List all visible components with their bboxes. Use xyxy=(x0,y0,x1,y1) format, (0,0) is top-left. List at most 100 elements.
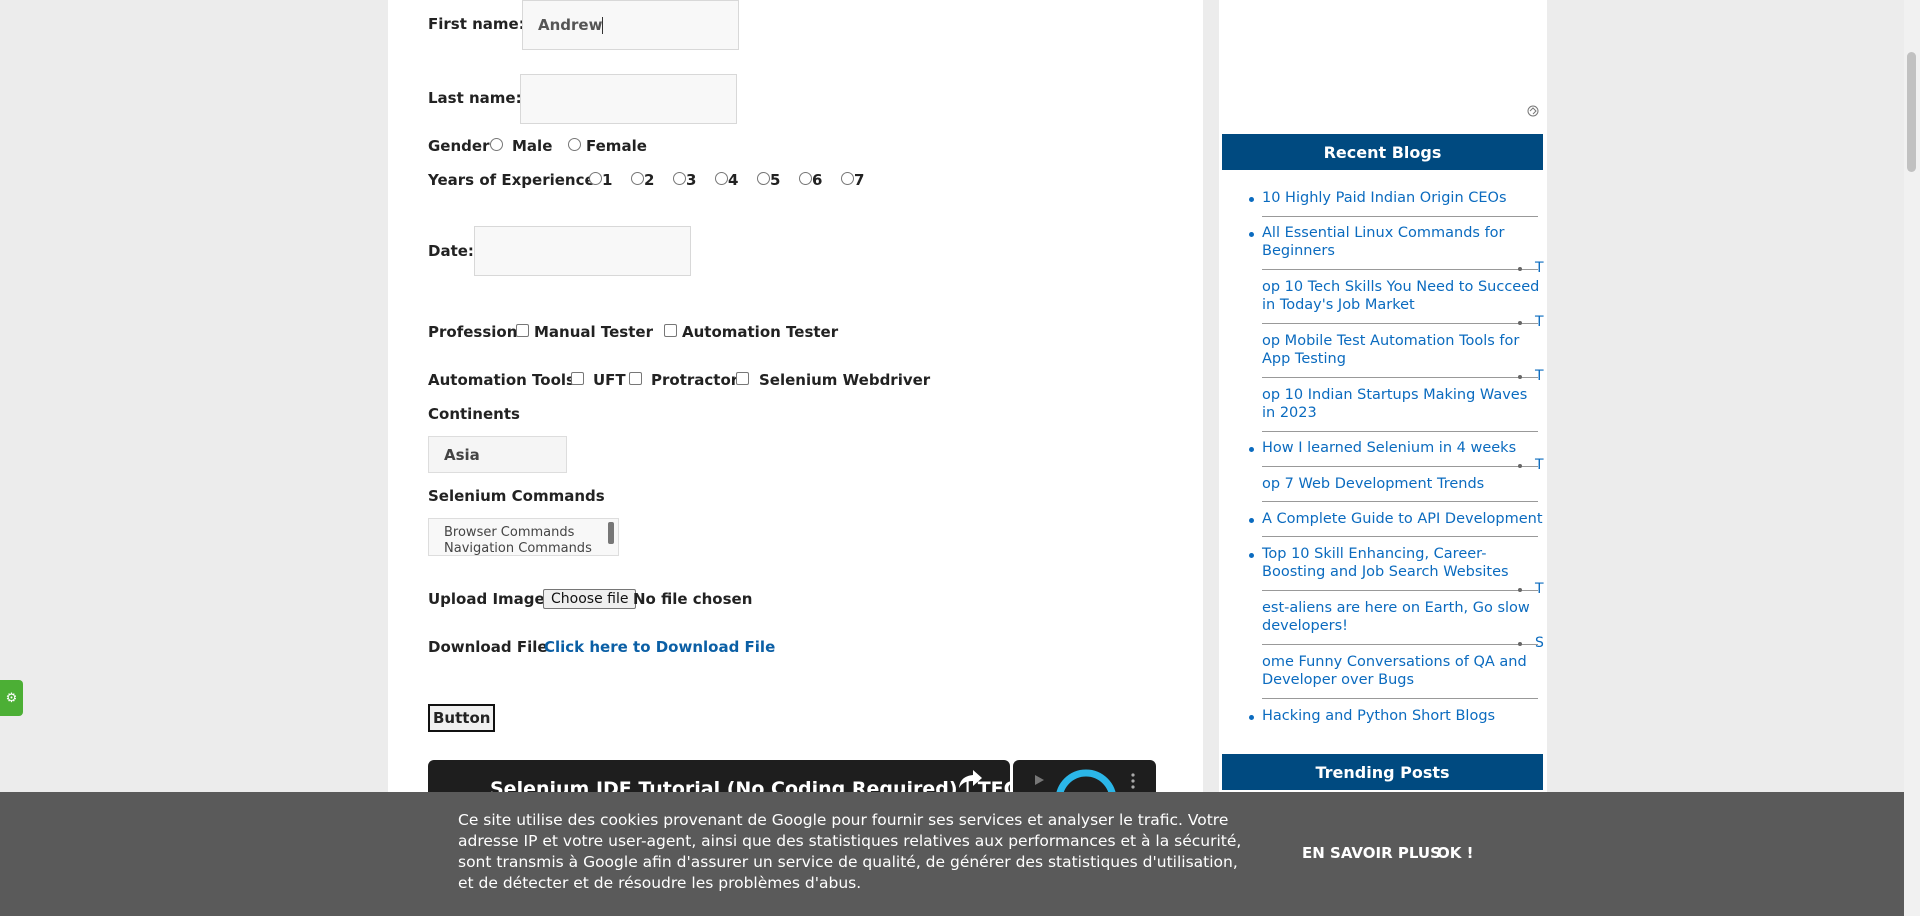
blog-link[interactable]: op 10 Indian Startups Making Waves in 20… xyxy=(1262,386,1545,422)
cookie-ok-button[interactable]: OK ! xyxy=(1437,844,1473,862)
tool-selenium-checkbox[interactable] xyxy=(736,372,749,385)
file-status: No file chosen xyxy=(633,590,753,608)
profession-automation-checkbox[interactable] xyxy=(664,324,677,337)
first-name-value: Andrew xyxy=(538,16,603,34)
experience-radio-5[interactable] xyxy=(757,172,770,185)
settings-gear-icon[interactable]: ⚙ xyxy=(0,680,23,716)
tool-protractor-label: Protractor xyxy=(651,371,739,389)
last-name-label: Last name: xyxy=(428,89,522,107)
gender-male-radio[interactable] xyxy=(490,138,503,151)
overflow-char: T xyxy=(1535,260,1544,276)
experience-radio-4[interactable] xyxy=(715,172,728,185)
share-icon[interactable] xyxy=(958,768,984,790)
profession-manual-label: Manual Tester xyxy=(534,323,653,341)
experience-radio-7[interactable] xyxy=(841,172,854,185)
profession-manual-checkbox[interactable] xyxy=(516,324,529,337)
blog-link[interactable]: op 10 Tech Skills You Need to Succeed in… xyxy=(1262,278,1545,314)
experience-radio-1[interactable] xyxy=(589,172,602,185)
blog-link[interactable]: A Complete Guide to API Development xyxy=(1262,510,1545,528)
blog-separator xyxy=(1262,269,1538,270)
selenium-commands-listbox[interactable]: Browser Commands Navigation Commands xyxy=(428,518,619,556)
blog-separator xyxy=(1262,323,1538,324)
choose-file-button[interactable]: Choose file xyxy=(543,589,637,609)
experience-option-2: 2 xyxy=(644,171,655,189)
blog-separator xyxy=(1262,501,1538,502)
trending-posts-header: Trending Posts xyxy=(1222,754,1543,790)
blog-link[interactable]: est-aliens are here on Earth, Go slow de… xyxy=(1262,599,1545,635)
blog-link[interactable]: All Essential Linux Commands for Beginne… xyxy=(1262,224,1545,260)
blog-separator xyxy=(1262,377,1538,378)
experience-option-3: 3 xyxy=(686,171,697,189)
list-bullet xyxy=(1518,588,1522,592)
blog-separator xyxy=(1262,590,1538,591)
text-cursor xyxy=(602,16,604,34)
first-name-label: First name: xyxy=(428,15,525,33)
list-bullet xyxy=(1518,642,1522,646)
blog-link[interactable]: op 7 Web Development Trends xyxy=(1262,475,1545,493)
download-file-link[interactable]: Click here to Download File xyxy=(544,638,775,656)
list-bullet xyxy=(1249,518,1254,523)
list-bullet xyxy=(1518,375,1522,379)
tool-selenium-label: Selenium Webdriver xyxy=(759,371,931,389)
selenium-commands-label: Selenium Commands xyxy=(428,487,605,505)
overflow-char: T xyxy=(1535,457,1544,473)
blog-separator xyxy=(1262,431,1538,432)
more-options-icon[interactable] xyxy=(1130,773,1136,789)
list-bullet xyxy=(1518,321,1522,325)
scrollbar-thumb[interactable] xyxy=(1907,52,1916,172)
recent-blogs-header: Recent Blogs xyxy=(1222,134,1543,170)
blog-link[interactable]: 10 Highly Paid Indian Origin CEOs xyxy=(1262,189,1545,207)
main-content: First name: Andrew Last name: Gender Mal… xyxy=(388,0,1203,916)
list-bullet xyxy=(1518,267,1522,271)
last-name-input[interactable] xyxy=(520,74,737,124)
command-option[interactable]: Browser Commands xyxy=(444,525,603,541)
ad-choices-icon[interactable] xyxy=(1527,105,1539,117)
continents-label: Continents xyxy=(428,405,520,423)
experience-option-4: 4 xyxy=(728,171,739,189)
list-bullet xyxy=(1249,447,1254,452)
experience-radio-6[interactable] xyxy=(799,172,812,185)
cookie-notice-text: Ce site utilise des cookies provenant de… xyxy=(458,811,1242,892)
learn-more-button[interactable]: EN SAVOIR PLUS xyxy=(1302,844,1441,862)
overflow-char: S xyxy=(1535,635,1544,651)
listbox-scrollbar[interactable] xyxy=(608,522,614,544)
blog-separator xyxy=(1262,644,1538,645)
sidebar: Recent Blogs 10 Highly Paid Indian Origi… xyxy=(1219,0,1547,916)
blog-link[interactable]: Hacking and Python Short Blogs xyxy=(1262,707,1545,725)
list-bullet xyxy=(1249,715,1254,720)
play-icon[interactable] xyxy=(1033,774,1045,786)
experience-option-1: 1 xyxy=(602,171,613,189)
command-option[interactable]: Navigation Commands xyxy=(444,541,603,555)
blog-separator xyxy=(1262,698,1538,699)
blog-separator xyxy=(1262,536,1538,537)
continents-select[interactable]: Asia xyxy=(428,436,567,473)
date-input[interactable] xyxy=(474,226,691,276)
blog-link[interactable]: op Mobile Test Automation Tools for App … xyxy=(1262,332,1545,368)
profession-label: Profession xyxy=(428,323,518,341)
tool-protractor-checkbox[interactable] xyxy=(629,372,642,385)
list-bullet xyxy=(1518,464,1522,468)
experience-radio-2[interactable] xyxy=(631,172,644,185)
experience-label: Years of Experience xyxy=(428,171,595,189)
upload-image-label: Upload Image xyxy=(428,590,545,608)
experience-option-6: 6 xyxy=(812,171,823,189)
experience-radio-3[interactable] xyxy=(673,172,686,185)
date-label: Date: xyxy=(428,242,474,260)
list-bullet xyxy=(1249,553,1254,558)
experience-option-5: 5 xyxy=(770,171,781,189)
blog-link[interactable]: How I learned Selenium in 4 weeks xyxy=(1262,439,1545,457)
page-scrollbar[interactable] xyxy=(1904,0,1920,916)
gender-female-label: Female xyxy=(586,137,647,155)
first-name-input[interactable]: Andrew xyxy=(522,0,739,50)
blog-link[interactable]: Top 10 Skill Enhancing, Career-Boosting … xyxy=(1262,545,1545,581)
gender-male-label: Male xyxy=(512,137,553,155)
gender-label: Gender xyxy=(428,137,490,155)
list-bullet xyxy=(1249,197,1254,202)
continents-selected: Asia xyxy=(444,445,480,464)
overflow-char: T xyxy=(1535,581,1544,597)
form-button[interactable]: Button xyxy=(428,704,496,732)
gender-female-radio[interactable] xyxy=(568,138,581,151)
overflow-char: T xyxy=(1535,368,1544,384)
blog-link[interactable]: ome Funny Conversations of QA and Develo… xyxy=(1262,653,1545,689)
tool-uft-checkbox[interactable] xyxy=(571,372,584,385)
